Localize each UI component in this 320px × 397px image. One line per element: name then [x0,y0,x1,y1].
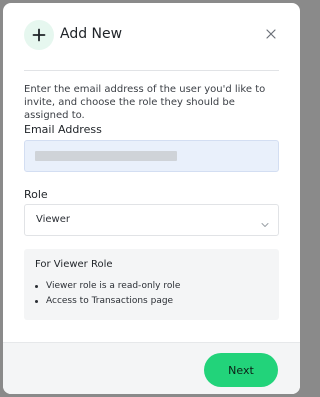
role-select-value: Viewer [36,214,70,225]
plus-icon [24,20,54,50]
dialog-title: Add New [60,26,123,42]
header-divider [24,70,279,71]
list-item: Viewer role is a read-only role [35,279,180,294]
close-icon[interactable] [264,26,278,40]
list-item: Access to Transactions page [35,294,180,309]
add-new-dialog: Add New Enter the email address of the u… [3,3,300,394]
role-label: Role [24,188,48,201]
dialog-header: Add New [3,3,300,65]
role-info-title: For Viewer Role [35,259,113,270]
role-select[interactable]: Viewer [24,204,279,236]
email-field[interactable] [24,140,279,172]
role-info-list: Viewer role is a read-only role Access t… [35,279,180,309]
bullet-icon [35,285,38,288]
chevron-down-icon [260,215,270,227]
role-info-box: For Viewer Role Viewer role is a read-on… [24,249,279,320]
list-item-text: Access to Transactions page [46,296,174,306]
list-item-text: Viewer role is a read-only role [46,281,181,291]
email-value-redacted [35,151,177,161]
email-label: Email Address [24,123,102,136]
dialog-description: Enter the email address of the user you'… [24,84,266,121]
dialog-footer: Next [3,342,300,394]
bullet-icon [35,300,38,303]
next-button[interactable]: Next [204,353,278,387]
